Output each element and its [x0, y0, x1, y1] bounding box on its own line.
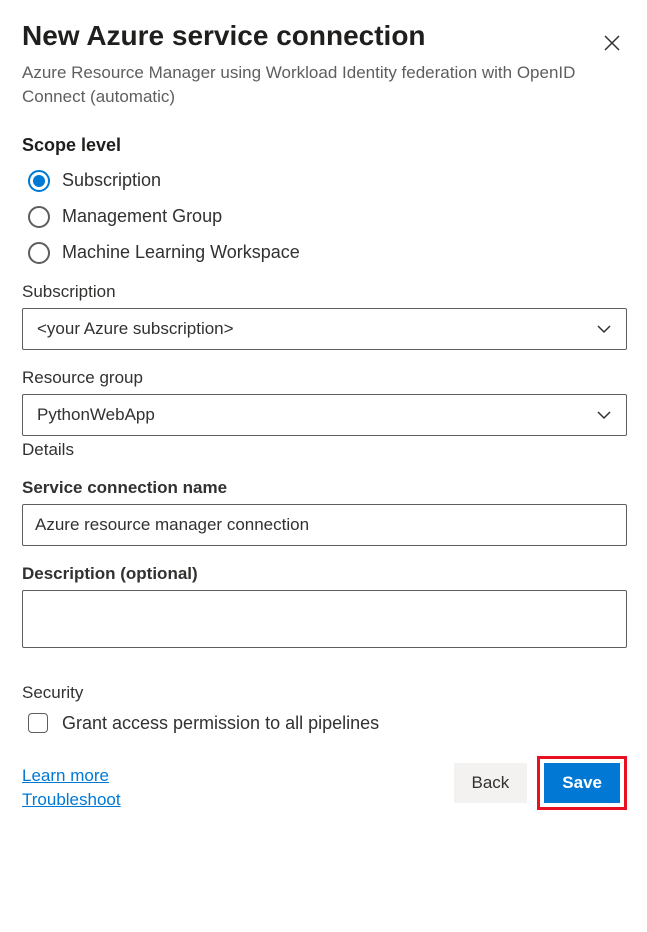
radio-ml-workspace[interactable]: Machine Learning Workspace	[28, 242, 627, 264]
radio-subscription[interactable]: Subscription	[28, 170, 627, 192]
radio-ml-workspace-label: Machine Learning Workspace	[62, 242, 300, 263]
connection-name-input[interactable]	[22, 504, 627, 546]
subscription-label: Subscription	[22, 282, 627, 302]
scope-level-heading: Scope level	[22, 135, 627, 156]
resource-group-select[interactable]: PythonWebApp	[22, 394, 627, 436]
back-button[interactable]: Back	[454, 763, 528, 803]
resource-group-label: Resource group	[22, 368, 627, 388]
close-icon	[603, 40, 621, 55]
learn-more-link[interactable]: Learn more	[22, 766, 121, 786]
radio-subscription-label: Subscription	[62, 170, 161, 191]
resource-group-value: PythonWebApp	[37, 405, 155, 425]
subscription-value: <your Azure subscription>	[37, 319, 234, 339]
save-button[interactable]: Save	[544, 763, 620, 803]
chevron-down-icon	[596, 321, 612, 337]
description-label: Description (optional)	[22, 564, 627, 584]
radio-management-group-label: Management Group	[62, 206, 222, 227]
description-textarea[interactable]	[22, 590, 627, 648]
grant-access-checkbox[interactable]	[28, 713, 48, 733]
resource-group-helper: Details	[22, 440, 627, 460]
dialog-title: New Azure service connection	[22, 20, 426, 52]
radio-selected-icon	[28, 170, 50, 192]
subscription-select[interactable]: <your Azure subscription>	[22, 308, 627, 350]
scope-level-radio-group: Subscription Management Group Machine Le…	[28, 170, 627, 264]
radio-unselected-icon	[28, 206, 50, 228]
chevron-down-icon	[596, 407, 612, 423]
radio-unselected-icon	[28, 242, 50, 264]
security-heading: Security	[22, 683, 627, 703]
troubleshoot-link[interactable]: Troubleshoot	[22, 790, 121, 810]
save-highlight-box: Save	[537, 756, 627, 810]
connection-name-label: Service connection name	[22, 478, 627, 498]
dialog-subtitle: Azure Resource Manager using Workload Id…	[22, 61, 582, 109]
radio-management-group[interactable]: Management Group	[28, 206, 627, 228]
grant-access-label: Grant access permission to all pipelines	[62, 713, 379, 734]
close-button[interactable]	[597, 28, 627, 61]
